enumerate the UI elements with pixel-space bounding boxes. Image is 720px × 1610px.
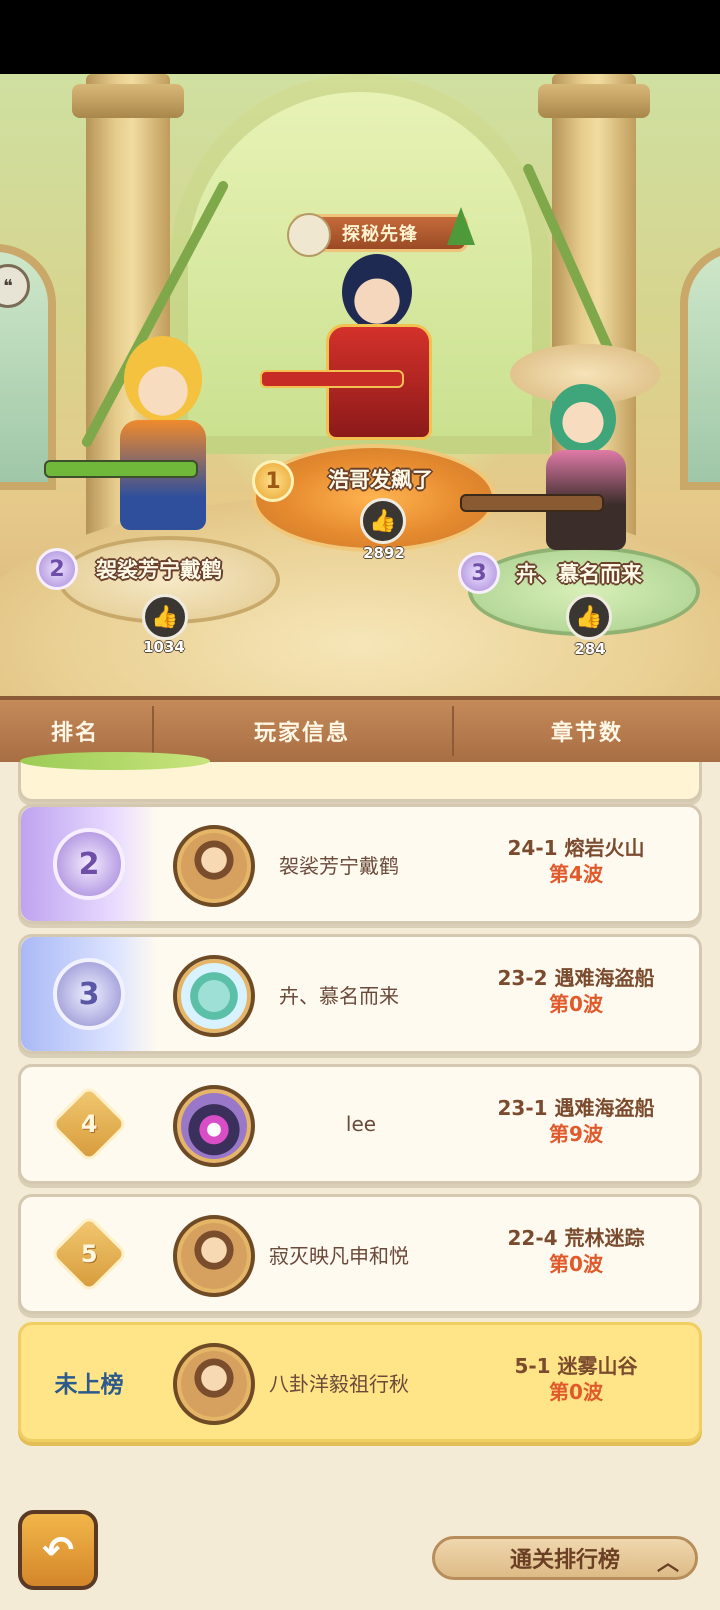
rank-cell: 4 xyxy=(21,1067,157,1181)
rank-badge: 3 xyxy=(53,958,125,1030)
leaderboard-switch-button[interactable]: 通关排行榜 ︿ xyxy=(432,1536,698,1580)
tree-icon xyxy=(447,207,475,245)
second-place-name: 袈裟芳宁戴鹤 xyxy=(96,558,222,582)
rank-1-medal: 1 xyxy=(252,460,294,502)
avatar[interactable] xyxy=(173,1343,255,1425)
chapter-label: 23-2 遇难海盗船 xyxy=(497,966,655,990)
table-row[interactable]: 4 lee 23-1 遇难海盗船 第9波 xyxy=(18,1064,702,1184)
back-button[interactable]: ↶ xyxy=(18,1510,98,1590)
player-name: 卉、慕名而来 xyxy=(279,983,399,1008)
wave-label: 第0波 xyxy=(549,1252,603,1276)
wave-label: 第9波 xyxy=(549,1122,603,1146)
table-row[interactable]: 3 卉、慕名而来 23-2 遇难海盗船 第0波 xyxy=(18,934,702,1054)
rank-3-medal: 3 xyxy=(458,552,500,594)
second-place-character[interactable] xyxy=(44,336,240,546)
player-name: lee xyxy=(345,1112,377,1136)
avatar[interactable] xyxy=(173,825,255,907)
thumbs-up-icon: 👍 xyxy=(151,604,179,630)
chapter-label: 22-4 荒林迷踪 xyxy=(507,1226,645,1250)
leaf-decoration xyxy=(20,752,210,770)
first-place-name: 浩哥发飙了 xyxy=(328,468,433,492)
table-row[interactable]: 5 寂灭映凡申和悦 22-4 荒林迷踪 第0波 xyxy=(18,1194,702,1314)
unranked-label: 未上榜 xyxy=(54,1372,124,1398)
chapter-label: 5-1 迷雾山谷 xyxy=(514,1354,638,1378)
chapter-progress: 24-1 熔岩火山 第4波 xyxy=(451,835,701,887)
rank-cell: 2 xyxy=(21,807,157,921)
title-badge-text: 探秘先锋 xyxy=(342,224,418,245)
avatar[interactable] xyxy=(173,1215,255,1297)
podium-scene: ❝ 探秘先锋 1 浩哥发飙了 👍 2892 2 袈裟芳宁戴鹤 👍 1034 3 … xyxy=(0,74,720,696)
third-like-button[interactable]: 👍 xyxy=(566,594,612,640)
skull-icon xyxy=(287,213,331,257)
chapter-progress: 22-4 荒林迷踪 第0波 xyxy=(451,1225,701,1277)
leaderboard-list[interactable]: 2 袈裟芳宁戴鹤 24-1 熔岩火山 第4波 3 卉、慕名而来 23-2 遇难海… xyxy=(0,762,720,1482)
rank-number: 5 xyxy=(80,1239,98,1268)
chapter-progress: 5-1 迷雾山谷 第0波 xyxy=(451,1353,701,1405)
wave-label: 第4波 xyxy=(549,862,603,886)
thumbs-up-icon: 👍 xyxy=(575,604,603,630)
player-name: 袈裟芳宁戴鹤 xyxy=(279,853,399,878)
title-badge: 探秘先锋 xyxy=(287,207,475,257)
chapter-progress: 23-2 遇难海盗船 第0波 xyxy=(451,965,701,1017)
chat-icon: ❝ xyxy=(3,275,13,297)
third-like-count: 284 xyxy=(574,640,606,658)
second-like-count: 1034 xyxy=(143,638,185,656)
bottom-bar: ↶ 通关排行榜 ︿ xyxy=(0,1482,720,1610)
my-rank-row[interactable]: 未上榜 八卦洋毅祖行秋 5-1 迷雾山谷 第0波 xyxy=(18,1322,702,1442)
right-window xyxy=(680,244,720,490)
rank-badge: 4 xyxy=(49,1084,129,1164)
first-place-character[interactable] xyxy=(260,254,450,464)
thumbs-up-icon: 👍 xyxy=(369,508,397,534)
first-like-button[interactable]: 👍 xyxy=(360,498,406,544)
status-bar xyxy=(0,0,720,74)
rank-number: 4 xyxy=(80,1109,98,1138)
wave-label: 第0波 xyxy=(549,992,603,1016)
third-place-name: 卉、慕名而来 xyxy=(516,562,642,586)
avatar[interactable] xyxy=(173,955,255,1037)
rank-badge: 2 xyxy=(53,828,125,900)
rank-badge: 5 xyxy=(49,1214,129,1294)
rank-cell: 5 xyxy=(21,1197,157,1311)
rank-2-medal: 2 xyxy=(36,548,78,590)
player-name: 八卦洋毅祖行秋 xyxy=(269,1371,409,1396)
chevron-up-icon: ︿ xyxy=(656,1551,679,1576)
wave-label: 第0波 xyxy=(549,1380,603,1404)
chapter-label: 24-1 熔岩火山 xyxy=(507,836,645,860)
avatar[interactable] xyxy=(173,1085,255,1167)
header-chapters: 章节数 xyxy=(550,721,623,746)
rank-cell: 未上榜 xyxy=(21,1325,157,1439)
third-place-character[interactable] xyxy=(460,344,670,554)
player-name: 寂灭映凡申和悦 xyxy=(269,1243,409,1268)
chapter-label: 23-1 遇难海盗船 xyxy=(497,1096,655,1120)
table-row[interactable]: 2 袈裟芳宁戴鹤 24-1 熔岩火山 第4波 xyxy=(18,804,702,924)
second-like-button[interactable]: 👍 xyxy=(142,594,188,640)
chapter-progress: 23-1 遇难海盗船 第9波 xyxy=(451,1095,701,1147)
back-arrow-icon: ↶ xyxy=(42,1528,74,1572)
header-player-info: 玩家信息 xyxy=(253,721,350,746)
switch-label: 通关排行榜 xyxy=(509,1548,620,1573)
rank-cell: 3 xyxy=(21,937,157,1051)
first-like-count: 2892 xyxy=(363,544,405,562)
